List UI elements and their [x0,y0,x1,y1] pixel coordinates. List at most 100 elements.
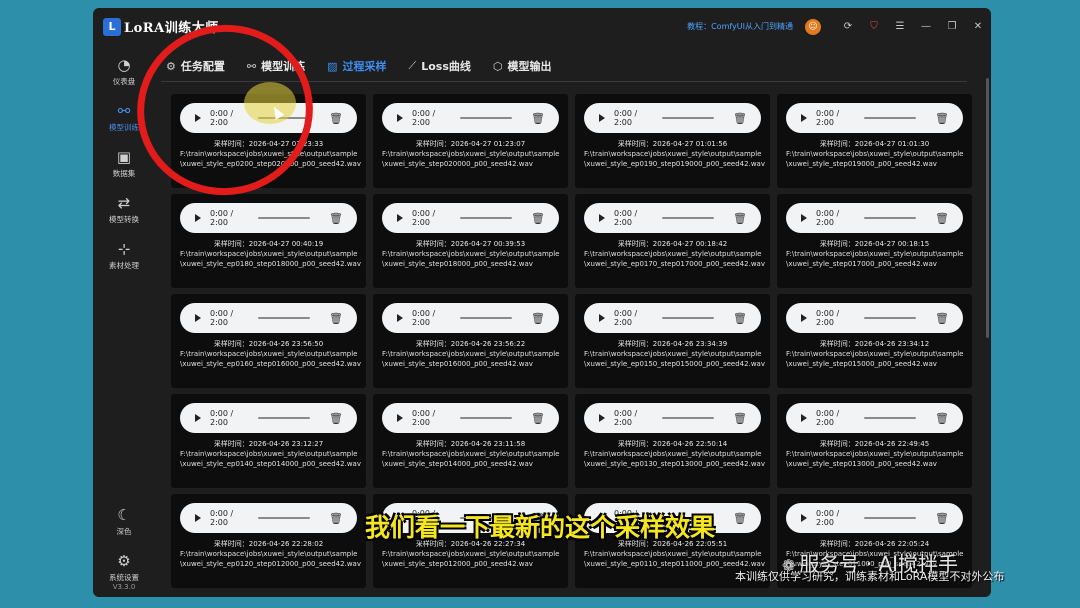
sidebar-item-material[interactable]: ⊹ 素材处理 [93,239,155,271]
user-avatar[interactable]: ☺ [805,18,821,35]
trash-icon: 🗑︎ [935,211,949,225]
trash-icon: 🗑︎ [531,411,545,425]
menu-icon[interactable]: ☰ [887,21,913,32]
sample-time: 采样时间：2026-04-27 00:18:15 [819,240,930,248]
audio-progress-slider[interactable] [662,217,714,219]
delete-button[interactable]: 🗑︎ [928,104,956,132]
delete-button[interactable]: 🗑︎ [524,404,552,432]
delete-button[interactable]: 🗑︎ [322,304,350,332]
shield-icon[interactable]: ⛉ [861,21,887,32]
footer-note: 本训练仅供学习研究，训练素材和LoRA模型不对外公布 [735,570,1005,583]
video-subtitle: 我们看一下最新的这个采样效果 [364,513,715,542]
sidebar-item-dataset[interactable]: ▣ 数据集 [93,147,155,179]
play-icon[interactable] [195,214,201,222]
audio-time: 0:00 / 2:00 [614,209,638,227]
play-icon[interactable] [801,414,807,422]
cursor-highlight [244,82,296,124]
image-icon: ▨ [327,59,338,73]
delete-button[interactable]: 🗑︎ [524,204,552,232]
delete-button[interactable]: 🗑︎ [726,104,754,132]
delete-button[interactable]: 🗑︎ [928,404,956,432]
sample-time: 采样时间：2026-04-26 23:56:22 [415,340,526,348]
audio-time: 0:00 / 2:00 [816,209,840,227]
tutorial-link[interactable]: 教程：ComfyUI从入门到精通 [687,21,793,32]
cube-icon: ⬡ [492,59,503,73]
audio-time: 0:00 / 2:00 [210,409,234,427]
play-icon[interactable] [599,214,605,222]
sample-time: 采样时间：2026-04-27 01:01:56 [617,140,728,148]
play-icon[interactable] [801,114,807,122]
sample-path: F:\train\workspace\jobs\xuwei_style\outp… [382,250,560,268]
trash-icon: 🗑︎ [733,211,747,225]
delete-button[interactable]: 🗑︎ [726,304,754,332]
audio-progress-slider[interactable] [258,217,310,219]
sample-path: F:\train\workspace\jobs\xuwei_style\outp… [382,150,560,168]
trash-icon: 🗑︎ [531,111,545,125]
audio-progress-slider[interactable] [864,217,916,219]
sample-path: F:\train\workspace\jobs\xuwei_style\outp… [180,250,361,268]
play-icon[interactable] [397,114,403,122]
audio-time: 0:00 / 2:00 [412,109,436,127]
audio-time: 0:00 / 2:00 [614,309,638,327]
delete-button[interactable]: 🗑︎ [524,104,552,132]
audio-progress-slider[interactable] [864,117,916,119]
sample-time: 采样时间：2026-04-26 22:50:14 [617,440,728,448]
minimize-icon[interactable]: — [913,21,939,32]
sidebar-item-settings[interactable]: ⚙ 系统设置 V3.3.0 [93,551,155,591]
audio-progress-slider[interactable] [460,417,512,419]
play-icon[interactable] [801,314,807,322]
tab-loss-curve[interactable]: ⟋ Loss曲线 [409,57,471,75]
audio-time: 0:00 / 2:00 [412,409,436,427]
close-icon[interactable]: ✕ [965,21,991,32]
delete-button[interactable]: 🗑︎ [322,204,350,232]
play-icon[interactable] [195,414,201,422]
delete-button[interactable]: 🗑︎ [726,404,754,432]
play-icon[interactable] [599,314,605,322]
audio-time: 0:00 / 2:00 [210,209,234,227]
play-icon[interactable] [397,414,403,422]
audio-progress-slider[interactable] [864,417,916,419]
delete-button[interactable]: 🗑︎ [524,304,552,332]
delete-button[interactable]: 🗑︎ [726,204,754,232]
play-icon[interactable] [397,214,403,222]
delete-button[interactable]: 🗑︎ [322,104,350,132]
play-icon[interactable] [599,114,605,122]
sample-path: F:\train\workspace\jobs\xuwei_style\outp… [786,150,964,168]
sample-card: 0:00 / 2:00🔈︎🗑︎采样时间：2026-04-26 22:50:14F… [575,394,770,488]
audio-progress-slider[interactable] [662,117,714,119]
delete-button[interactable]: 🗑︎ [928,304,956,332]
audio-progress-slider[interactable] [864,317,916,319]
audio-progress-slider[interactable] [662,317,714,319]
audio-progress-slider[interactable] [258,317,310,319]
trash-icon: 🗑︎ [733,411,747,425]
audio-progress-slider[interactable] [460,317,512,319]
tab-model-output[interactable]: ⬡ 模型输出 [493,57,552,75]
audio-time: 0:00 / 2:00 [614,409,638,427]
refresh-icon[interactable]: ⟳ [835,21,861,32]
sample-time: 采样时间：2026-04-26 23:34:12 [819,340,930,348]
sample-card: 0:00 / 2:00🔈︎🗑︎采样时间：2026-04-26 23:56:50F… [171,294,366,388]
play-icon[interactable] [397,314,403,322]
sample-path: F:\train\workspace\jobs\xuwei_style\outp… [180,450,361,468]
audio-progress-slider[interactable] [662,417,714,419]
sample-path: F:\train\workspace\jobs\xuwei_style\outp… [786,250,964,268]
audio-progress-slider[interactable] [460,117,512,119]
tab-process-sampling[interactable]: ▨ 过程采样 [327,57,386,75]
sample-time: 采样时间：2026-04-27 00:18:42 [617,240,728,248]
delete-button[interactable]: 🗑︎ [928,204,956,232]
convert-icon: ⇄ [117,194,131,212]
play-icon[interactable] [801,214,807,222]
audio-time: 0:00 / 2:00 [614,109,638,127]
delete-button[interactable]: 🗑︎ [322,404,350,432]
sample-card: 0:00 / 2:00🔈︎🗑︎采样时间：2026-04-27 01:01:30F… [777,94,972,188]
audio-progress-slider[interactable] [460,217,512,219]
audio-progress-slider[interactable] [258,417,310,419]
sample-time: 采样时间：2026-04-27 00:39:53 [415,240,526,248]
play-icon[interactable] [195,314,201,322]
maximize-icon[interactable]: ❐ [939,21,965,32]
audio-time: 0:00 / 2:00 [412,209,436,227]
audio-time: 0:00 / 2:00 [816,409,840,427]
scrollbar[interactable] [986,78,989,338]
play-icon[interactable] [599,414,605,422]
sidebar-item-model-convert[interactable]: ⇄ 模型转换 [93,193,155,225]
